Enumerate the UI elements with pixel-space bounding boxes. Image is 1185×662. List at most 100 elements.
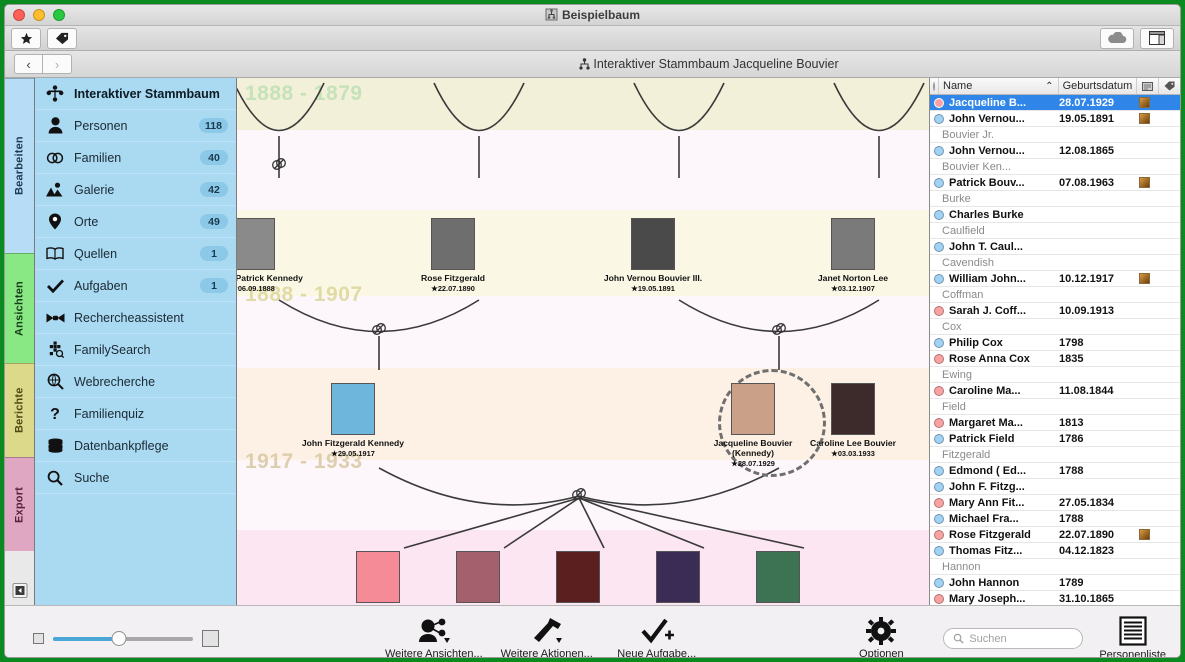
zoom-control xyxy=(5,630,219,647)
rail-tab-ansichten[interactable]: Ansichten xyxy=(5,253,34,363)
sidebar-item-familien[interactable]: Familien40 xyxy=(35,142,236,174)
sidebar-item-rechercheassistent[interactable]: Rechercheassistent xyxy=(35,302,236,334)
union-marker[interactable] xyxy=(371,321,387,337)
person-name-cell: Thomas Fitz... xyxy=(949,545,1059,557)
people-list-row[interactable]: Jacqueline B...28.07.1929 xyxy=(930,95,1180,111)
male-dot-icon xyxy=(934,482,944,492)
sidebar-item-quellen[interactable]: Quellen1 xyxy=(35,238,236,270)
group-label: Field xyxy=(942,401,966,413)
person-photo[interactable] xyxy=(331,383,375,435)
people-list-colheader-sex[interactable] xyxy=(930,78,939,94)
people-list-group-row: Field xyxy=(930,399,1180,415)
sidebar-item-suche[interactable]: Suche xyxy=(35,462,236,494)
zoom-slider-knob[interactable] xyxy=(111,631,126,646)
sidebar-item-webrecherche[interactable]: Webrecherche xyxy=(35,366,236,398)
gear-icon xyxy=(866,617,896,645)
person-name-cell: Edmond ( Ed... xyxy=(949,465,1059,477)
person-photo[interactable] xyxy=(456,551,500,603)
sidebar-item-galerie[interactable]: Galerie42 xyxy=(35,174,236,206)
people-list-row[interactable]: Patrick Bouv...07.08.1963 xyxy=(930,175,1180,191)
sidebar-item-familienquiz[interactable]: ?Familienquiz xyxy=(35,398,236,430)
people-list-row[interactable]: Rose Anna Cox1835 xyxy=(930,351,1180,367)
sidebar-item-badge: 40 xyxy=(200,150,228,165)
weitere-aktionen-button[interactable]: Weitere Aktionen... xyxy=(501,617,593,658)
union-marker[interactable] xyxy=(571,486,587,502)
personenliste-button[interactable]: Personenliste xyxy=(1099,616,1166,658)
person-photo[interactable] xyxy=(831,383,875,435)
sidebar-item-label: Galerie xyxy=(74,183,191,197)
family-tree-icon xyxy=(45,85,65,102)
panel-toggle-button[interactable] xyxy=(1140,28,1174,49)
people-list-row[interactable]: John T. Caul... xyxy=(930,239,1180,255)
tree-person-node[interactable]: Janet Norton Lee★03.12.1907 xyxy=(793,218,913,293)
optionen-button[interactable]: Optionen xyxy=(835,617,927,658)
people-list-row[interactable]: Mary Ann Fit...27.05.1834 xyxy=(930,495,1180,511)
tree-canvas[interactable]: 1888 - 18791888 - 19071917 - 19331956 - … xyxy=(237,78,930,605)
zoom-large-icon[interactable] xyxy=(202,630,219,647)
rail-tab-bearbeiten[interactable]: Bearbeiten xyxy=(5,78,34,253)
sidebar-item-aufgaben[interactable]: Aufgaben1 xyxy=(35,270,236,302)
person-photo[interactable] xyxy=(831,218,875,270)
back-button[interactable]: ‹ xyxy=(14,54,43,74)
people-list-row[interactable]: Thomas Fitz...04.12.1823 xyxy=(930,543,1180,559)
neue-aufgabe-button[interactable]: Neue Aufgabe... xyxy=(611,617,703,658)
people-list-row[interactable]: Rose Fitzgerald22.07.1890 xyxy=(930,527,1180,543)
rail-tab-berichte[interactable]: Berichte xyxy=(5,363,34,457)
person-thumbnail-icon xyxy=(1139,113,1150,124)
birth-star-icon: ★ xyxy=(331,449,338,458)
collapse-sidebar-button[interactable] xyxy=(12,583,27,598)
people-list-colheader-name[interactable]: Name ⌃ xyxy=(939,78,1059,94)
people-list-row[interactable]: John F. Fitzg... xyxy=(930,479,1180,495)
people-list-row[interactable]: Sarah J. Coff...10.09.1913 xyxy=(930,303,1180,319)
search-box[interactable]: Suchen xyxy=(943,628,1083,649)
union-marker[interactable] xyxy=(771,321,787,337)
person-photo[interactable] xyxy=(237,218,275,270)
tree-person-node[interactable]: John Vernou Bouvier III.★19.05.1891 xyxy=(593,218,713,293)
cloud-icon xyxy=(1107,32,1127,44)
people-list-row[interactable]: Charles Burke xyxy=(930,207,1180,223)
sidebar-item-datenbankpflege[interactable]: Datenbankpflege xyxy=(35,430,236,462)
checkmark-icon xyxy=(45,279,65,293)
zoom-small-icon[interactable] xyxy=(33,633,44,644)
people-list-row[interactable]: Edmond ( Ed...1788 xyxy=(930,463,1180,479)
sidebar-item-personen[interactable]: Personen118 xyxy=(35,110,236,142)
people-list-row[interactable]: John Hannon1789 xyxy=(930,575,1180,591)
person-photo[interactable] xyxy=(431,218,475,270)
union-marker[interactable] xyxy=(271,156,287,172)
people-list-colheader-tag[interactable] xyxy=(1159,78,1180,94)
tree-person-node[interactable]: Joseph Patrick Kennedy★06.09.1888 xyxy=(237,218,313,293)
people-list-row[interactable]: William John...10.12.1917 xyxy=(930,271,1180,287)
people-list-row[interactable]: John Vernou...12.08.1865 xyxy=(930,143,1180,159)
sidebar-item-orte[interactable]: Orte49 xyxy=(35,206,236,238)
zoom-slider[interactable] xyxy=(53,637,193,641)
person-photo[interactable] xyxy=(656,551,700,603)
forward-button[interactable]: › xyxy=(43,54,72,74)
weitere-ansichten-button[interactable]: Weitere Ansichten... xyxy=(385,617,483,658)
people-list-colheader-note[interactable] xyxy=(1137,78,1158,94)
sidebar-item-familysearch[interactable]: FamilySearch xyxy=(35,334,236,366)
cloud-sync-button[interactable] xyxy=(1100,28,1134,49)
tree-person-node[interactable]: Caroline Lee Bouvier★03.03.1933 xyxy=(793,383,913,458)
toolbar-right-group xyxy=(1100,28,1174,49)
favorite-button[interactable] xyxy=(11,28,41,49)
people-list-row[interactable]: Philip Cox1798 xyxy=(930,335,1180,351)
people-list-row[interactable]: Michael Fra...1788 xyxy=(930,511,1180,527)
tree-person-node[interactable]: John Fitzgerald Kennedy★29.05.1917 xyxy=(293,383,413,458)
people-list-colheader-birthdate[interactable]: Geburtsdatum xyxy=(1059,78,1138,94)
people-list-row[interactable]: Margaret Ma...1813 xyxy=(930,415,1180,431)
person-photo[interactable] xyxy=(756,551,800,603)
people-list-body[interactable]: Jacqueline B...28.07.1929John Vernou...1… xyxy=(930,95,1180,605)
sidebar-item-interaktiver-stammbaum[interactable]: Interaktiver Stammbaum xyxy=(35,78,236,110)
person-photo[interactable] xyxy=(731,383,775,435)
tree-person-node[interactable]: Rose Fitzgerald★22.07.1890 xyxy=(393,218,513,293)
person-photo[interactable] xyxy=(631,218,675,270)
person-photo[interactable] xyxy=(356,551,400,603)
people-list-row[interactable]: John Vernou...19.05.1891 xyxy=(930,111,1180,127)
people-list-row[interactable]: Patrick Field1786 xyxy=(930,431,1180,447)
person-photo[interactable] xyxy=(556,551,600,603)
people-list-row[interactable]: Mary Joseph...31.10.1865 xyxy=(930,591,1180,605)
people-list-row[interactable]: Caroline Ma...11.08.1844 xyxy=(930,383,1180,399)
rail-tab-export[interactable]: Export xyxy=(5,457,34,551)
tree-person-node[interactable]: Patrick Bouvier Kennedy★07.08.1963 xyxy=(718,551,838,605)
tag-button[interactable] xyxy=(47,28,77,49)
